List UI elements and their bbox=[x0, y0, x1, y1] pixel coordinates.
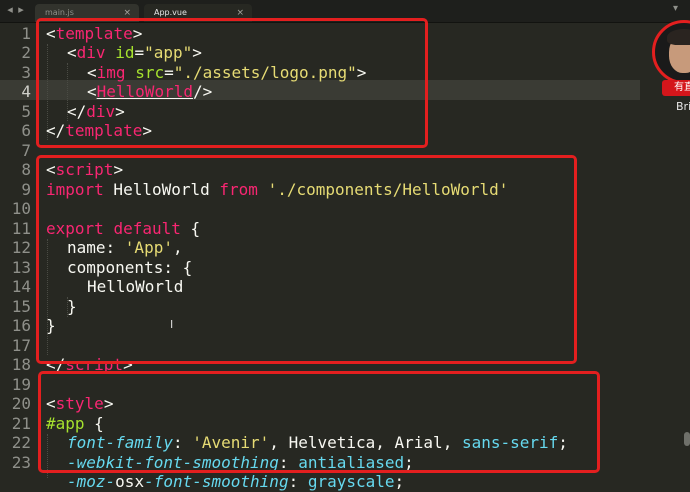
line-number: 21 bbox=[11, 414, 31, 433]
line-number: 15 bbox=[11, 297, 31, 316]
text-cursor-icon: I bbox=[170, 318, 174, 331]
line-number: 2 bbox=[21, 43, 31, 62]
line-number: 7 bbox=[21, 141, 31, 160]
scrollbar[interactable] bbox=[684, 432, 690, 446]
script-block-highlight bbox=[36, 155, 577, 364]
line-number: 6 bbox=[21, 121, 31, 140]
token: : bbox=[288, 472, 308, 491]
token: ; bbox=[394, 472, 405, 491]
line-number: 18 bbox=[11, 355, 31, 374]
token: grayscale bbox=[307, 472, 395, 491]
token: -font-smoothing bbox=[144, 472, 289, 491]
line-number: 1 bbox=[21, 24, 31, 43]
token: osx bbox=[115, 472, 145, 491]
line-number: 20 bbox=[11, 394, 31, 413]
line-number: 10 bbox=[11, 199, 31, 218]
line-number: 19 bbox=[11, 375, 31, 394]
line-number: 16 bbox=[11, 316, 31, 335]
line-number: 8 bbox=[21, 160, 31, 179]
presenter-name: Bri bbox=[676, 100, 690, 113]
line-number: 4 bbox=[21, 82, 31, 101]
line-number: 22 bbox=[11, 433, 31, 452]
line-number: 3 bbox=[21, 63, 31, 82]
code-line-23: -moz-osx-font-smoothing: grayscale; bbox=[67, 472, 404, 492]
presenter-overlay: 有直 Bri bbox=[652, 20, 690, 113]
style-block-highlight bbox=[38, 371, 600, 473]
template-block-highlight bbox=[36, 18, 428, 148]
line-number: 9 bbox=[21, 180, 31, 199]
tab-forward-icon[interactable]: ▸ bbox=[15, 3, 27, 17]
hair-shape bbox=[667, 29, 690, 45]
line-number: 5 bbox=[21, 102, 31, 121]
line-number: 11 bbox=[11, 219, 31, 238]
line-number: 13 bbox=[11, 258, 31, 277]
tab-list-dropdown-icon[interactable]: ▾ bbox=[673, 3, 678, 14]
token: -moz- bbox=[67, 472, 116, 491]
line-number: 23 bbox=[11, 453, 31, 472]
line-number: 17 bbox=[11, 336, 31, 355]
line-number: 12 bbox=[11, 238, 31, 257]
avatar bbox=[652, 20, 690, 84]
line-number-gutter: 1 2 3 4 5 6 7 8 9 10 11 12 13 14 15 16 1… bbox=[0, 22, 38, 478]
line-number: 14 bbox=[11, 277, 31, 296]
presenter-badge: 有直 bbox=[662, 80, 690, 96]
